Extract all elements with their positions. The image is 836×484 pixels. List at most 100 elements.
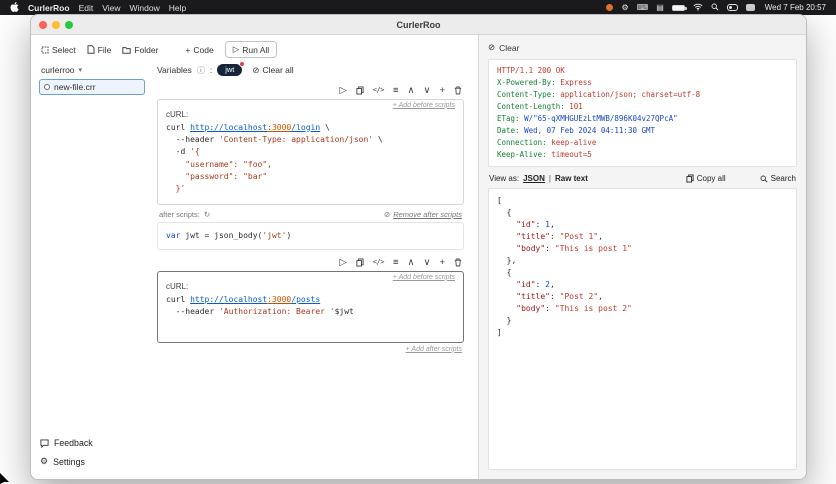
add-block-icon[interactable]: + (439, 258, 445, 268)
menu-app-name[interactable]: CurlerRoo (28, 3, 70, 13)
run-block-icon[interactable]: ▷ (339, 258, 346, 268)
code-line: "title": "Post 2", (497, 292, 603, 301)
menu-item-window[interactable]: Window (130, 3, 160, 13)
folder-button[interactable]: Folder (122, 45, 158, 55)
code-line: }' (166, 184, 186, 194)
chevron-down-icon: ▾ (78, 67, 83, 74)
tree-folder-curlerroo[interactable]: curlerroo ▾ (39, 63, 145, 77)
clear-all-variables-button[interactable]: ⊘ Clear all (252, 65, 293, 76)
file-button[interactable]: File (87, 44, 112, 55)
response-header-line: X-Powered-By: Express (497, 78, 592, 87)
screen-recording-icon[interactable] (606, 4, 614, 11)
main-toolbar: Select File Folder + Code ▷ Run All (31, 35, 478, 61)
code-view-icon[interactable]: </> (373, 87, 385, 94)
curl-label: cURL: (166, 281, 189, 291)
code-line: [ (497, 196, 502, 205)
curl-code-editor[interactable]: curl http://localhost:3000/posts --heade… (166, 294, 455, 319)
trash-icon[interactable] (454, 86, 462, 95)
curl-code-editor[interactable]: curl http://localhost:3000/login \ --hea… (166, 122, 455, 196)
copy-all-button[interactable]: Copy all (686, 174, 726, 183)
feedback-icon (40, 438, 49, 448)
code-line: ] (497, 328, 502, 337)
minimize-button[interactable] (52, 21, 60, 29)
zoom-button[interactable] (65, 21, 73, 29)
variable-chip-badge (239, 61, 246, 67)
control-center-icon[interactable] (726, 4, 738, 11)
copy-block-icon[interactable] (356, 86, 364, 95)
request-block-2: ▷ </> ≡ ∧ ∨ + + Add before scripts cURL:… (157, 255, 464, 353)
file-icon (87, 45, 95, 54)
move-down-icon[interactable]: ∨ (423, 86, 430, 96)
code-line: }, (497, 256, 517, 265)
wifi-icon[interactable] (693, 3, 703, 13)
trash-icon[interactable] (454, 258, 462, 267)
format-icon[interactable]: ≡ (393, 86, 399, 96)
code-line: var jwt = json_body('jwt') (166, 230, 292, 240)
user-switch-icon[interactable] (745, 4, 755, 11)
remove-after-scripts-link[interactable]: ⊘ Remove after scripts (384, 210, 462, 219)
menu-item-help[interactable]: Help (169, 3, 186, 13)
code-label: Code (193, 44, 214, 55)
block-toolbar: ▷ </> ≡ ∧ ∨ + (157, 255, 464, 271)
add-before-scripts-link[interactable]: + Add before scripts (166, 274, 455, 281)
menu-item-edit[interactable]: Edit (79, 3, 94, 13)
move-down-icon[interactable]: ∨ (423, 258, 430, 268)
search-label: Search (770, 174, 796, 183)
editor-column: Variables ⓘ : jwt ⊘ Clear all ▷ </> ≡ ∧ … (151, 61, 478, 479)
tab-raw-text[interactable]: Raw text (555, 174, 588, 183)
code-line: --header 'Content-Type: application/json… (166, 134, 383, 144)
variable-chip-jwt[interactable]: jwt (217, 61, 246, 76)
curl-editor-card[interactable]: + Add before scripts cURL: curl http://l… (157, 98, 464, 205)
feedback-button[interactable]: Feedback (39, 434, 145, 452)
search-button[interactable]: Search (760, 174, 796, 183)
select-label: Select (52, 44, 76, 55)
request-block-1: ▷ </> ≡ ∧ ∨ + + Add before scripts cURL:… (157, 83, 464, 251)
gear-icon[interactable]: ⚙ (621, 3, 628, 12)
mouse-cursor (0, 473, 9, 484)
refresh-icon[interactable]: ↻ (204, 210, 210, 219)
variables-colon: : (209, 65, 213, 75)
format-icon[interactable]: ≡ (393, 258, 399, 268)
tab-json[interactable]: JSON (523, 174, 545, 183)
after-script-code[interactable]: var jwt = json_body('jwt') (166, 230, 455, 242)
tree-file-new-file[interactable]: new-file.crr (39, 79, 145, 95)
settings-button[interactable]: ⚙ Settings (39, 452, 145, 471)
run-all-button[interactable]: ▷ Run All (224, 41, 278, 58)
move-up-icon[interactable]: ∧ (408, 258, 415, 268)
menu-item-view[interactable]: View (102, 3, 120, 13)
code-line: -d '{ (166, 147, 200, 157)
menu-clock[interactable]: Wed 7 Feb 20:57 (765, 3, 826, 12)
move-up-icon[interactable]: ∧ (408, 86, 415, 96)
curl-editor-card-selected[interactable]: + Add before scripts cURL: curl http://l… (157, 270, 464, 343)
select-button[interactable]: Select (41, 45, 76, 55)
search-icon[interactable] (711, 3, 719, 13)
add-after-scripts-link[interactable]: + Add after scripts (157, 343, 464, 353)
keyboard-icon[interactable]: ⌨ (637, 3, 649, 12)
add-icon: + (185, 44, 191, 55)
add-before-scripts-link[interactable]: + Add before scripts (166, 102, 455, 109)
select-icon (41, 46, 49, 53)
clear-icon: ⊘ (252, 64, 260, 75)
run-block-icon[interactable]: ▷ (339, 86, 346, 96)
code-view-icon[interactable]: </> (373, 259, 385, 266)
after-script-editor[interactable]: var jwt = json_body('jwt') (157, 221, 464, 251)
folder-icon (122, 46, 132, 54)
clear-response-button[interactable]: ⊘ Clear (488, 41, 797, 59)
apple-menu[interactable] (10, 1, 19, 14)
clear-response-label: Clear (499, 42, 520, 53)
add-code-button[interactable]: + Code (185, 45, 213, 55)
display-icon[interactable]: ▤ (656, 3, 664, 12)
close-button[interactable] (39, 21, 47, 29)
info-icon[interactable]: ⓘ (197, 65, 205, 76)
file-label: File (97, 44, 112, 55)
copy-block-icon[interactable] (356, 258, 364, 267)
window-body: Select File Folder + Code ▷ Run All curl… (31, 35, 806, 479)
title-bar[interactable]: CurlerRoo (31, 15, 806, 35)
run-all-label: Run All (242, 44, 270, 55)
battery-icon[interactable] (671, 4, 687, 11)
code-line: } (497, 316, 512, 325)
add-block-icon[interactable]: + (439, 86, 445, 96)
response-header-line: ETag: W/"65-qXMHGUEzLtMWB/896K04v27QPcA" (497, 114, 678, 123)
left-main: curlerroo ▾ new-file.crr Feedback ⚙ Sett… (31, 61, 478, 479)
response-header-line: HTTP/1.1 200 OK (497, 66, 565, 75)
